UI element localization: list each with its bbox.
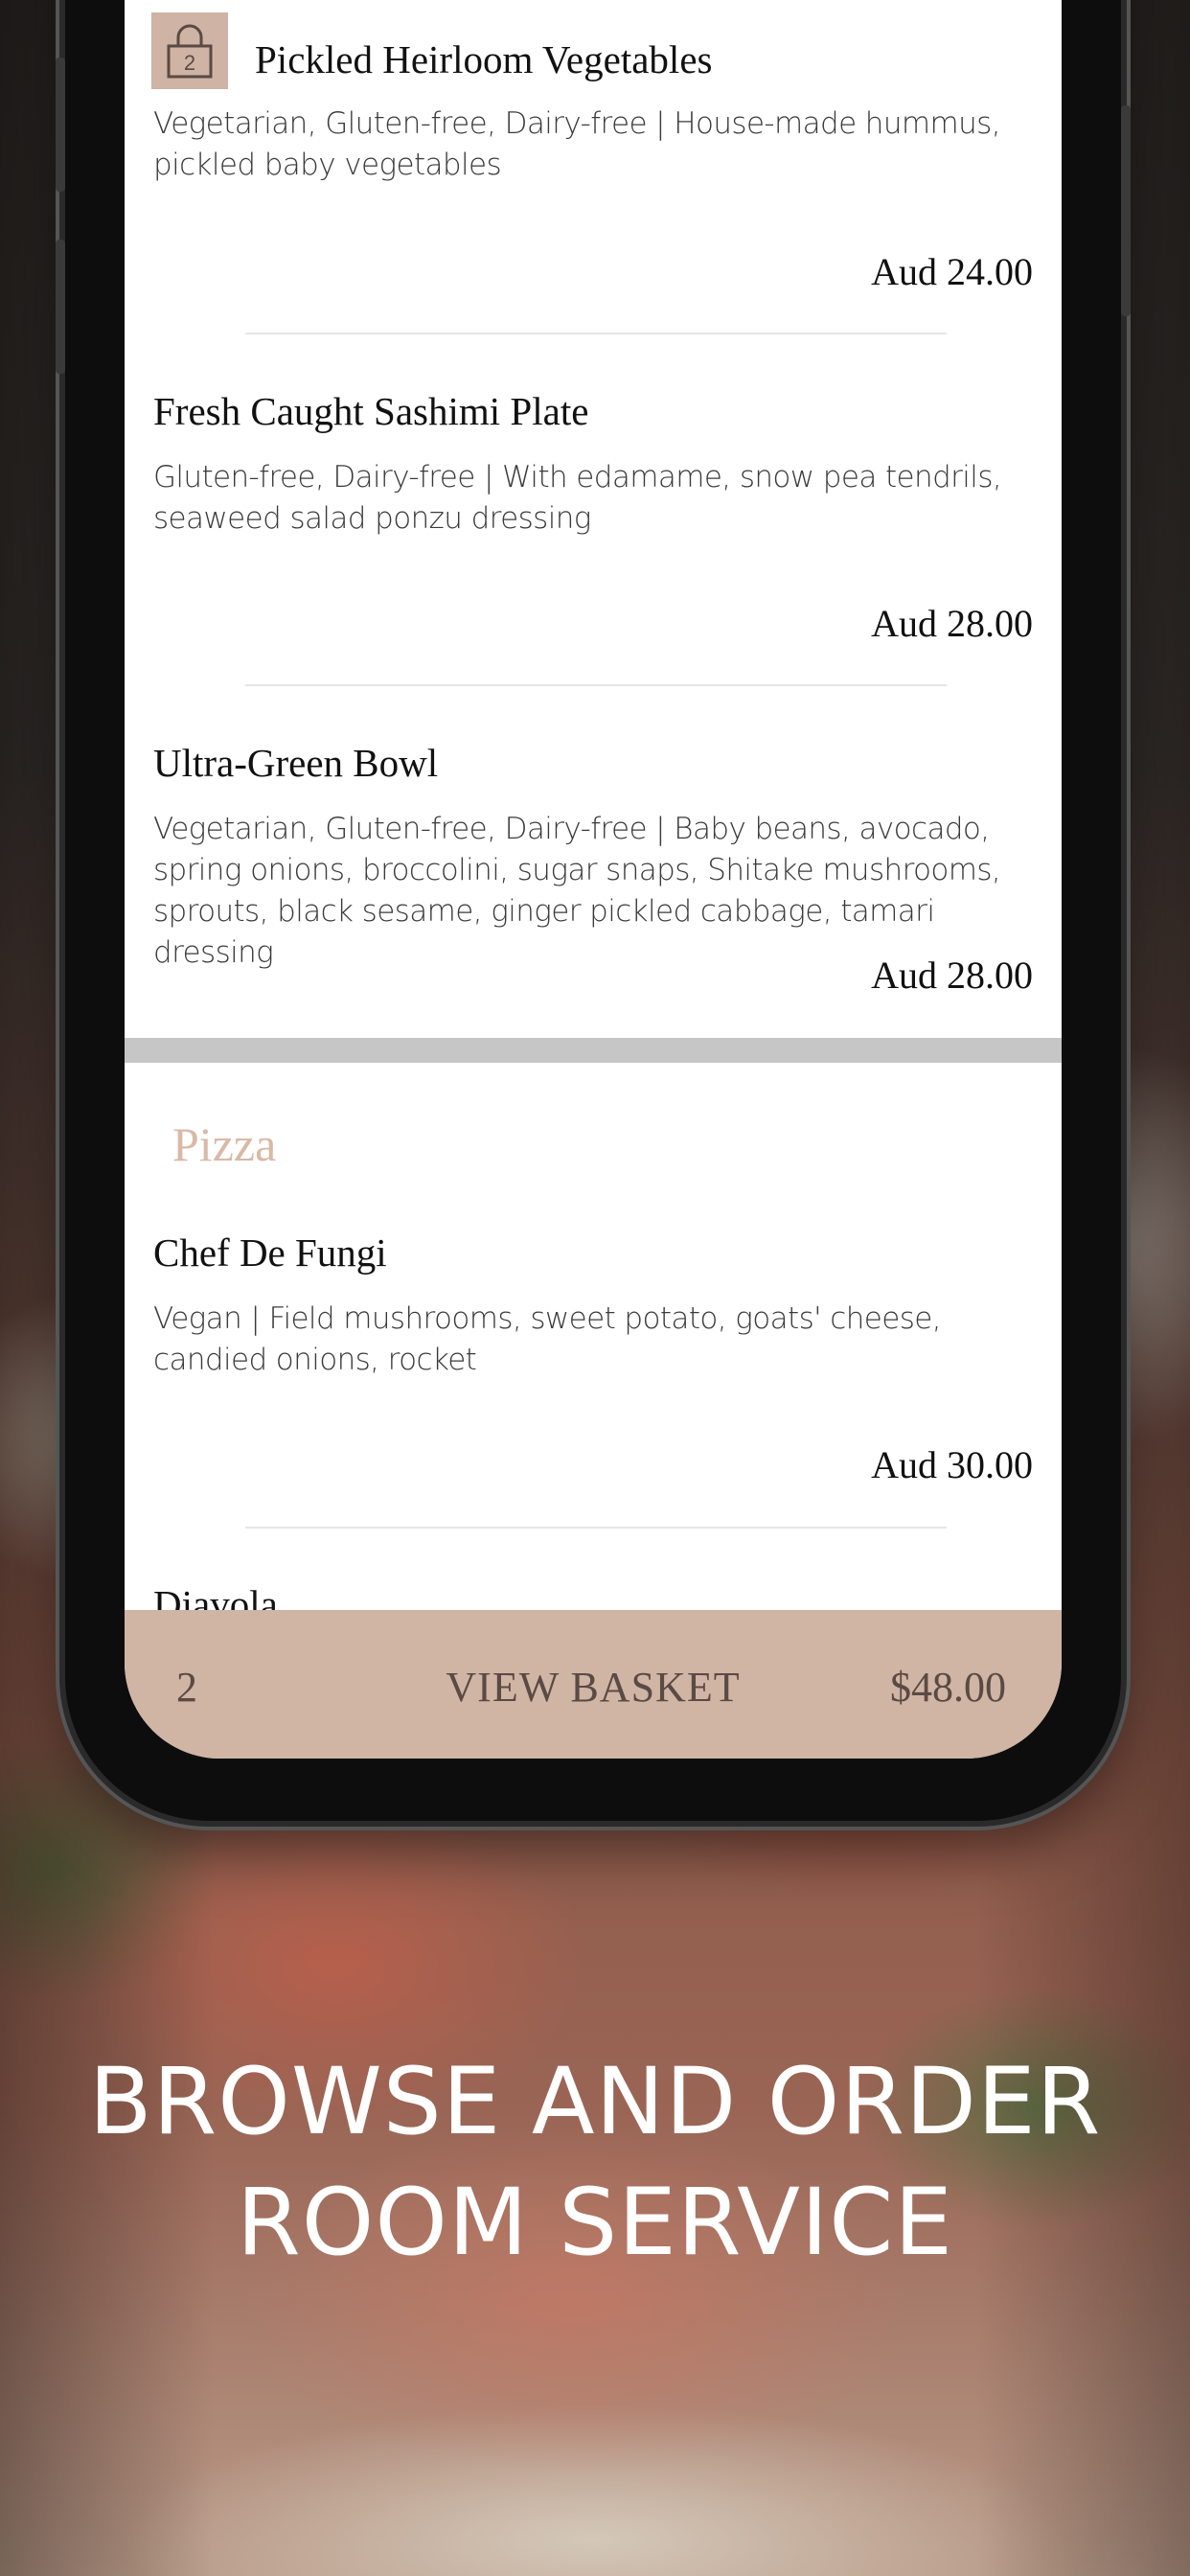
item-description: Vegetarian, Gluten-free, Dairy-free | Ho… [153, 106, 1001, 182]
item-divider [245, 684, 947, 686]
item-price: Aud 28.00 [871, 954, 1033, 997]
item-price: Aud 24.00 [871, 250, 1033, 293]
badge-count: 2 [184, 51, 195, 75]
app-screen: 2 Pickled Heirloom Vegetables Vegetarian… [125, 0, 1062, 1759]
phone-power-button [1121, 105, 1131, 316]
basket-total: $48.00 [890, 1664, 1006, 1711]
phone-frame: 2 Pickled Heirloom Vegetables Vegetarian… [56, 0, 1131, 1821]
phone-side-button [56, 58, 65, 192]
view-basket-bar[interactable]: 2 VIEW BASKET $48.00 [125, 1610, 1062, 1759]
item-title: Ultra-Green Bowl [153, 741, 439, 785]
item-description: Vegan | Field mushrooms, sweet potato, g… [153, 1301, 942, 1377]
basket-quantity-badge[interactable]: 2 [151, 12, 228, 89]
lock-icon: 2 [167, 24, 213, 79]
headline-line-2: ROOM SERVICE [237, 2169, 953, 2276]
promo-headline: BROWSE AND ORDER ROOM SERVICE [0, 2041, 1190, 2283]
item-title: Pickled Heirloom Vegetables [255, 37, 713, 81]
item-title: Chef De Fungi [153, 1230, 387, 1275]
item-title: Fresh Caught Sashimi Plate [153, 389, 589, 433]
item-price: Aud 28.00 [871, 602, 1033, 645]
section-separator [125, 1038, 1062, 1063]
headline-line-1: BROWSE AND ORDER [88, 2048, 1102, 2155]
item-description: Gluten-free, Dairy-free | With edamame, … [153, 460, 1002, 536]
item-price: Aud 30.00 [871, 1443, 1033, 1486]
section-title-pizza: Pizza [172, 1117, 277, 1171]
phone-side-button [56, 240, 65, 374]
item-divider [245, 1527, 947, 1529]
item-divider [245, 333, 947, 334]
item-description: Vegetarian, Gluten-free, Dairy-free | Ba… [153, 812, 1001, 970]
